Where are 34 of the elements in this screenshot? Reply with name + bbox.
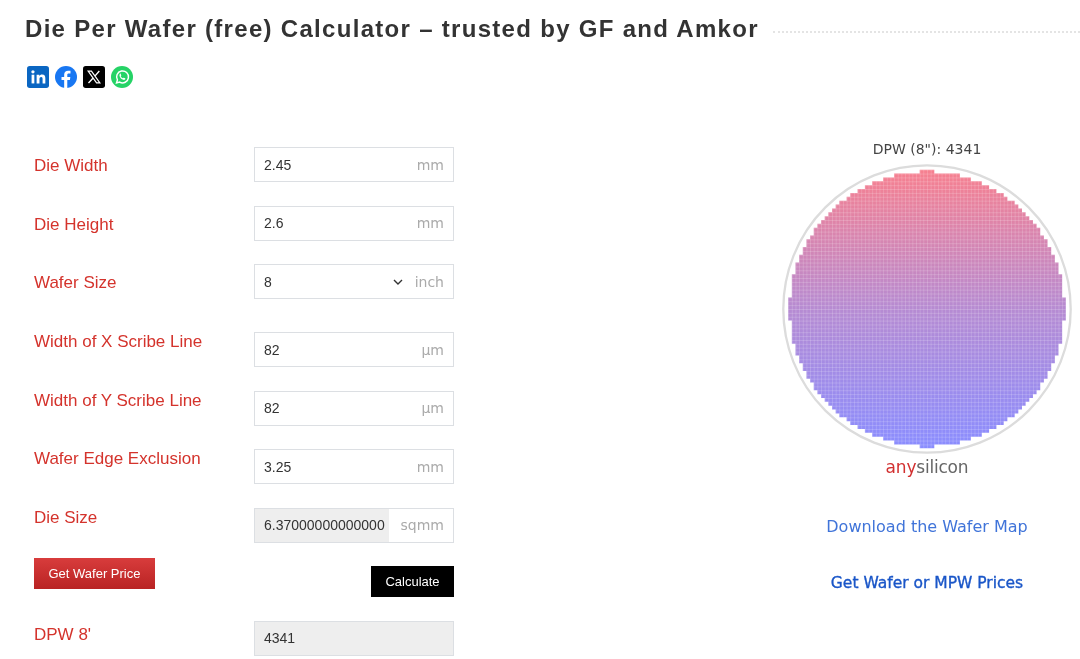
number-field[interactable]: 82 μm xyxy=(254,332,454,367)
field-label: Width of Y Scribe Line xyxy=(34,389,202,412)
prices-link[interactable]: Get Wafer or MPW Prices xyxy=(830,573,1024,593)
number-field[interactable]: 2.6 mm xyxy=(254,205,454,241)
result-field: 4341 xyxy=(254,620,454,656)
calculate-button[interactable]: Calculate xyxy=(371,566,454,597)
wafer-caption: DPW (8"): 4341 xyxy=(872,140,982,158)
dropdown[interactable]: 8 inch xyxy=(254,264,454,299)
linkedin-icon[interactable] xyxy=(27,66,49,88)
field-label: Wafer Edge Exclusion xyxy=(34,448,201,471)
unit-label: inch xyxy=(414,273,445,290)
unit-label: mm xyxy=(416,156,445,173)
number-field[interactable]: 82 μm xyxy=(254,390,454,426)
unit-label: mm xyxy=(416,215,445,231)
field-label: Die Size xyxy=(34,507,98,530)
get-wafer-price-button[interactable]: Get Wafer Price xyxy=(34,558,155,590)
facebook-icon[interactable] xyxy=(55,66,77,88)
field-label: Die Width xyxy=(34,155,108,177)
brand-logo: anysilicon xyxy=(885,456,969,478)
unit-label: sqmm xyxy=(400,517,445,533)
number-field[interactable]: 3.25 mm xyxy=(254,449,454,484)
unit-label: mm xyxy=(416,458,445,475)
unit-label: μm xyxy=(421,400,445,416)
field-label: Wafer Size xyxy=(34,272,117,295)
readonly-field: 6.37000000000000 sqmm xyxy=(254,507,454,543)
field-label: DPW 8' xyxy=(34,624,92,647)
number-field[interactable]: 2.45 mm xyxy=(254,147,454,182)
field-label: Width of X Scribe Line xyxy=(34,331,203,354)
unit-label: μm xyxy=(421,341,445,358)
chevron-down-icon xyxy=(392,278,403,285)
field-label: Die Height xyxy=(34,213,114,236)
page-title: Die Per Wafer (free) Calculator – trusted by GF and Amkor xyxy=(25,14,759,44)
download-link[interactable]: Download the Wafer Map xyxy=(826,517,1028,537)
x-icon[interactable] xyxy=(83,66,105,88)
